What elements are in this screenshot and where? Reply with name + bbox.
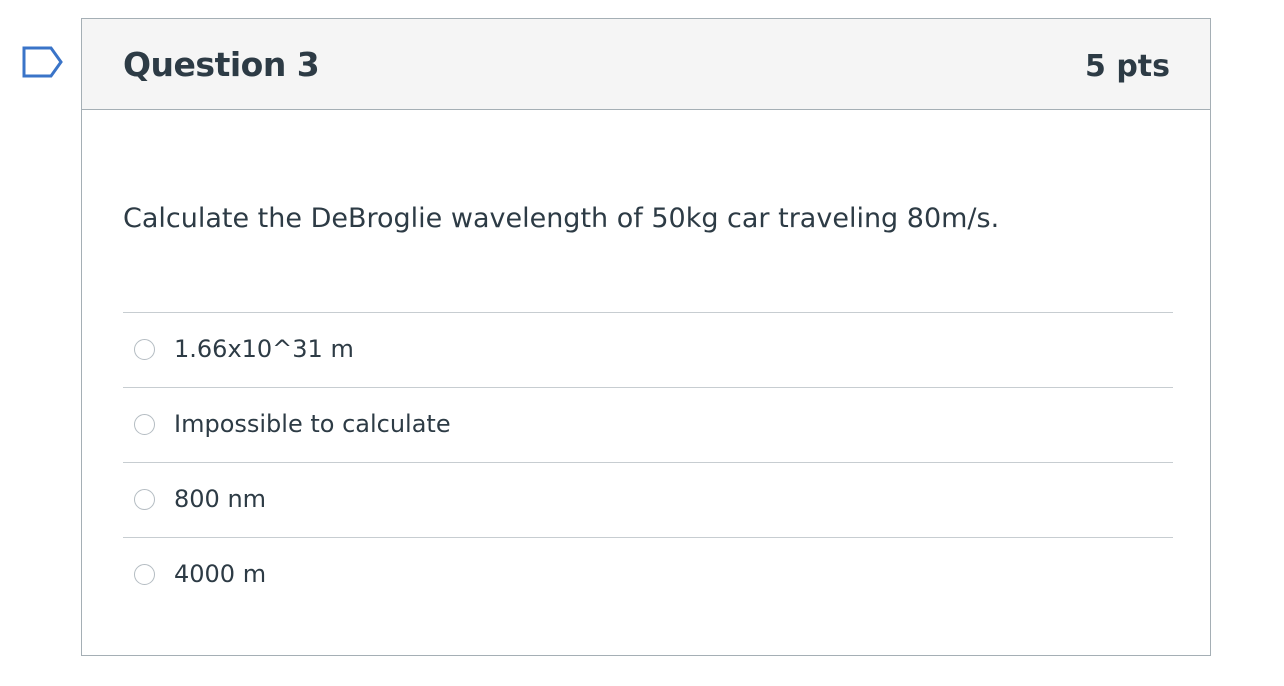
- answer-label[interactable]: 1.66x10^31 m: [174, 332, 354, 366]
- question-header: Question 3 5 pts: [82, 19, 1210, 110]
- question-points: 5 pts: [1085, 49, 1170, 84]
- answer-label[interactable]: 4000 m: [174, 557, 266, 591]
- answer-label[interactable]: Impossible to calculate: [174, 407, 451, 441]
- question-title: Question 3: [123, 45, 320, 84]
- answer-option[interactable]: 800 nm: [123, 463, 1173, 538]
- answer-label[interactable]: 800 nm: [174, 482, 266, 516]
- question-text: Calculate the DeBroglie wavelength of 50…: [123, 203, 1000, 234]
- answer-option[interactable]: Impossible to calculate: [123, 388, 1173, 463]
- flag-question-icon[interactable]: [22, 46, 64, 78]
- question-card: Question 3 5 pts Calculate the DeBroglie…: [81, 18, 1211, 656]
- answer-option[interactable]: 4000 m: [123, 538, 1173, 613]
- radio-button[interactable]: [134, 489, 155, 510]
- answer-list: 1.66x10^31 m Impossible to calculate 800…: [123, 312, 1173, 613]
- radio-button[interactable]: [134, 339, 155, 360]
- radio-button[interactable]: [134, 564, 155, 585]
- answer-option[interactable]: 1.66x10^31 m: [123, 313, 1173, 388]
- radio-button[interactable]: [134, 414, 155, 435]
